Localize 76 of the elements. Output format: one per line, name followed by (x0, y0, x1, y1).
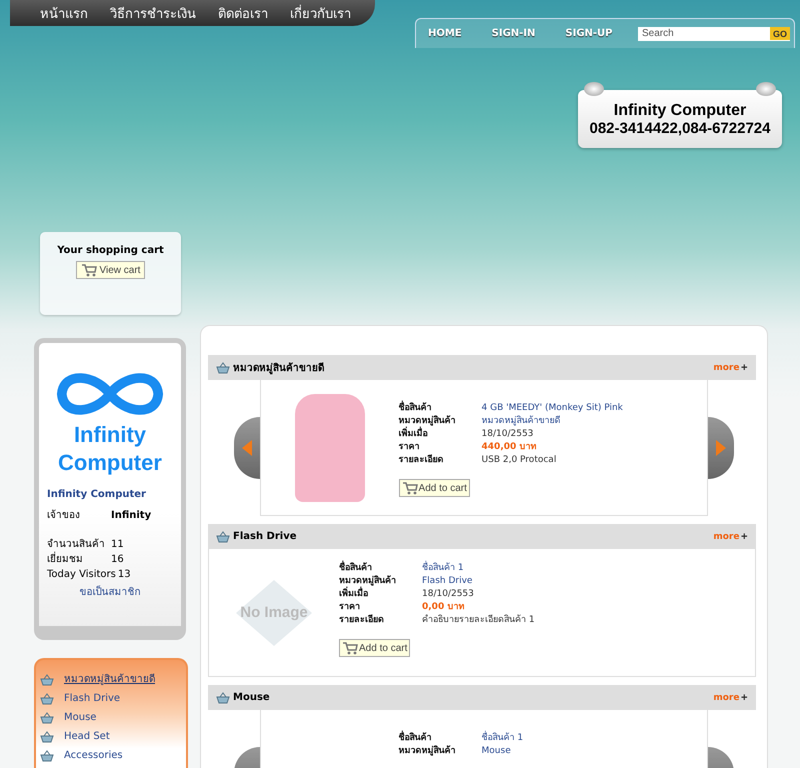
detail-value: USB 2,0 Protocal (482, 454, 558, 467)
detail-value: คำอธิบายรายละเอียดสินค้า 1 (422, 614, 535, 627)
detail-label: ชื่อสินค้า (398, 732, 482, 745)
detail-value: 18/10/2553 (422, 588, 475, 601)
detail-label: ราคา (398, 441, 421, 454)
detail-link[interactable]: 4 GB 'MEEDY' (Monkey Sit) Pink (482, 402, 623, 415)
shop-name: Infinity Computer (47, 489, 147, 500)
previous-button[interactable] (234, 417, 260, 479)
detail-value: 0,00 บาท (422, 601, 466, 614)
basket-icon (40, 712, 54, 724)
stat-value: 11 (111, 538, 124, 552)
go-button[interactable]: GO (770, 27, 790, 40)
stat-value: 16 (111, 553, 124, 567)
logo-text: Infinity Computer (57, 421, 163, 477)
basket-icon (40, 750, 54, 762)
section-title: หมวดหมู่สินค้าขายดี (233, 361, 324, 375)
detail-link[interactable]: Mouse (482, 745, 524, 758)
detail-link[interactable]: Flash Drive (422, 575, 535, 588)
phone-numbers: 082-3414422,084-6722724 (589, 120, 770, 136)
detail-label: ชื่อสินค้า (398, 402, 482, 415)
nav-link[interactable]: ติดต่อเรา (218, 2, 268, 24)
add-to-cart-button[interactable]: Add to cart (339, 639, 410, 657)
category-item[interactable]: Mouse (40, 710, 186, 726)
basket-icon (216, 692, 230, 704)
right-arrow-icon (716, 440, 726, 456)
nav-link[interactable]: เกี่ยวกับเรา (290, 2, 351, 24)
cart-title: Your shopping cart (57, 245, 164, 256)
pin-icon (584, 82, 604, 96)
more-link[interactable]: more+ (713, 692, 748, 702)
stat-value: 13 (118, 568, 131, 582)
stat-label: เยี่ยมชม (47, 552, 111, 567)
detail-link[interactable]: ชื่อสินค้า 1 (422, 562, 535, 575)
more-link[interactable]: more+ (713, 532, 748, 542)
category-item[interactable]: Accessories (40, 748, 186, 764)
view-cart-button[interactable]: View cart (76, 261, 146, 279)
detail-label: เพิ่มเมื่อ (339, 588, 422, 601)
section-title: Flash Drive (233, 531, 297, 542)
stat-label: จำนวนสินค้า (47, 538, 106, 552)
category-item[interactable]: Head Set (40, 729, 186, 745)
detail-label: รายละเอียด (339, 614, 385, 627)
detail-label: หมวดหมู่สินค้า (339, 575, 397, 586)
detail-value: 440,00 บาท (482, 441, 538, 454)
stat-label: Today Visitors (47, 568, 116, 582)
basket-icon (216, 530, 230, 542)
left-arrow-icon (242, 440, 252, 456)
category-item[interactable]: Flash Drive (40, 691, 186, 707)
no-image-icon (234, 578, 314, 648)
category-item[interactable]: หมวดหมู่สินค้าขายดี (40, 672, 186, 688)
detail-link[interactable]: หมวดหมู่สินค้าขายดี (482, 415, 623, 428)
basket-icon (216, 362, 230, 374)
search-field[interactable]: Search GO (638, 26, 790, 40)
shop-name: Infinity Computer (614, 102, 746, 120)
basket-icon (40, 693, 54, 705)
cart-icon (402, 481, 418, 495)
detail-label: หมวดหมู่สินค้า (398, 415, 457, 426)
owner-label: เจ้าของ (47, 508, 81, 523)
detail-label: ชื่อสินค้า (339, 562, 422, 575)
basket-icon (40, 674, 54, 686)
nav-link[interactable]: หน้าแรก (40, 2, 88, 24)
nav-link[interactable]: วิธีการชำระเงิน (110, 2, 196, 24)
detail-label: หมวดหมู่สินค้า (398, 745, 457, 758)
cart-icon (342, 641, 358, 655)
detail-label: รายละเอียด (398, 454, 445, 467)
detail-label: เพิ่มเมื่อ (398, 428, 482, 441)
basket-icon (40, 731, 54, 743)
next-button[interactable] (708, 417, 734, 479)
pin-icon (756, 82, 776, 96)
owner-value: Infinity (111, 509, 152, 523)
detail-value: 18/10/2553 (482, 428, 534, 441)
more-link[interactable]: more+ (713, 362, 748, 372)
signup-link[interactable]: ขอเป็นสมาชิก (80, 584, 140, 599)
section-title: Mouse (233, 692, 270, 703)
cart-icon (80, 263, 97, 277)
detail-link[interactable]: ชื่อสินค้า 1 (482, 732, 524, 745)
add-to-cart-button[interactable]: Add to cart (398, 479, 470, 497)
detail-label: ราคา (339, 601, 361, 614)
